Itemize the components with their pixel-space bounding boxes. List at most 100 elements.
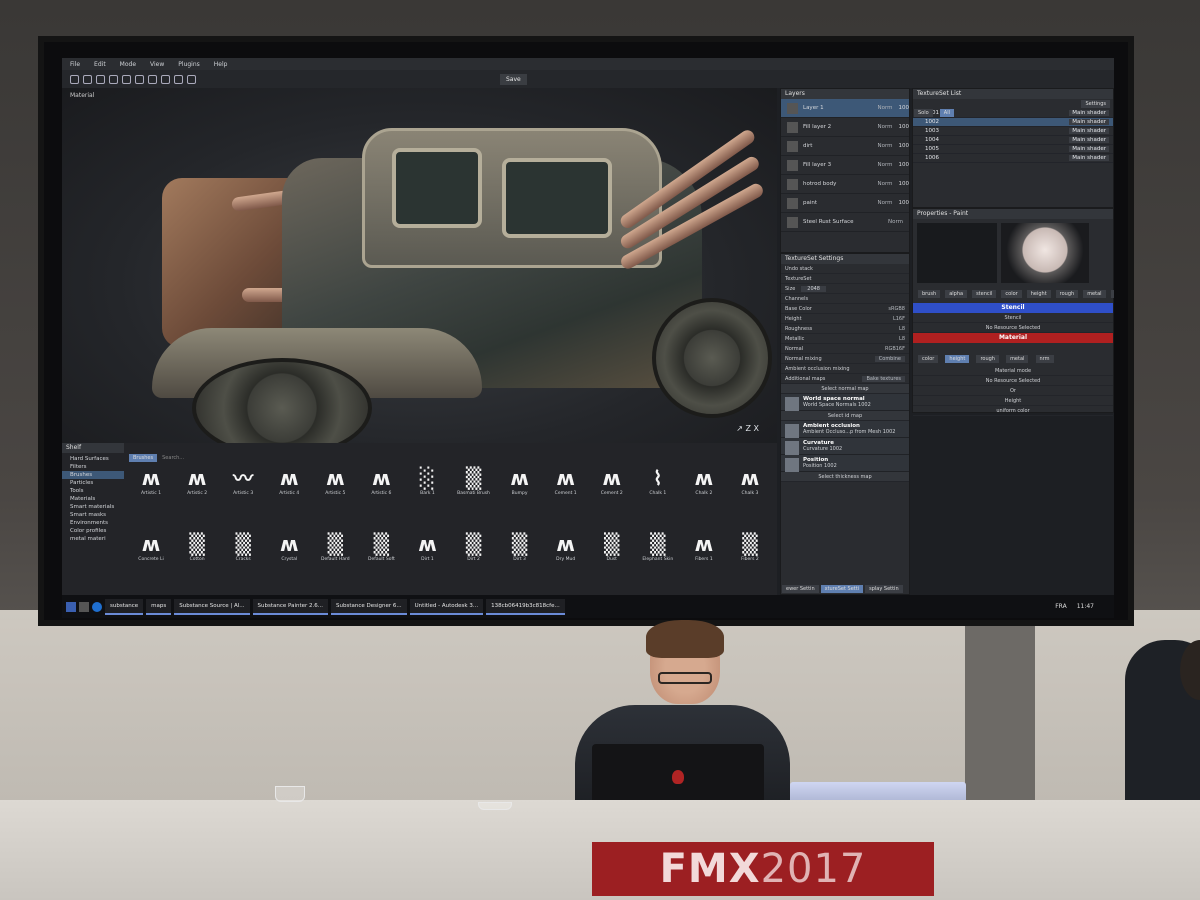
shelf-category[interactable]: Smart masks — [62, 511, 124, 519]
taskbar-app-button[interactable]: Untitled - Autodesk 3... — [409, 598, 484, 615]
menu-item-mode[interactable]: Mode — [120, 61, 136, 68]
textureset-row[interactable]: 1002 Main shader — [913, 118, 1113, 127]
layer-row[interactable]: Steel Rust Surface Norm — [781, 213, 909, 232]
taskbar-app-button[interactable]: Substance Source | Al... — [174, 598, 250, 615]
tab-display-settings[interactable]: splay Settin — [865, 585, 903, 593]
menu-item-help[interactable]: Help — [214, 61, 228, 68]
textureset-row[interactable]: 1004 Main shader — [913, 136, 1113, 145]
taskbar-app-button[interactable]: Substance Painter 2.6... — [252, 598, 329, 615]
menu-item-file[interactable]: File — [70, 61, 80, 68]
layer-row[interactable]: dirt Norm 100 — [781, 137, 909, 156]
brush-item[interactable]: ʍ Dry Mud — [543, 531, 589, 593]
polygon-fill-icon[interactable] — [148, 74, 157, 84]
shelf-category[interactable]: Smart materials — [62, 503, 124, 511]
alpha-thumb[interactable]: alpha — [945, 290, 968, 298]
brush-item[interactable]: 〰 Artistic 3 — [220, 465, 266, 527]
undo-stack[interactable]: Undo stack — [781, 264, 909, 274]
taskbar-app-button[interactable]: 138cb06419b3c818cfe... — [486, 598, 565, 615]
shader-select[interactable]: Main shader — [1069, 110, 1109, 116]
taskbar-app-button[interactable]: maps — [146, 598, 172, 615]
channel-metal[interactable]: metal — [1083, 290, 1106, 298]
channel-nrm[interactable]: nrm — [1110, 290, 1114, 298]
layer-row[interactable]: Fill layer 2 Norm 100 — [781, 118, 909, 137]
brush-item[interactable]: ▒ Dirt 2 — [451, 531, 497, 593]
layer-opacity[interactable]: 100 — [899, 124, 910, 130]
brush-item[interactable]: ʍ Cement 1 — [543, 465, 589, 527]
mat-tab-nrm[interactable]: nrm — [1035, 355, 1054, 363]
stencil-header[interactable]: Stencil — [913, 303, 1113, 313]
layer-blend-mode[interactable]: Norm — [877, 200, 892, 206]
language-indicator[interactable]: FRA — [1055, 603, 1066, 610]
brush-item[interactable]: ʍ Bumpy — [497, 465, 543, 527]
select-map-button[interactable]: Select normal map — [781, 384, 909, 394]
menu-item-plugins[interactable]: Plugins — [178, 61, 200, 68]
brush-item[interactable]: ʍ Artistic 5 — [312, 465, 358, 527]
clock[interactable]: 11:47 — [1077, 603, 1094, 610]
layer-blend-mode[interactable]: Norm — [877, 124, 892, 130]
select-thickness-button[interactable]: Select thickness map — [781, 472, 909, 482]
taskbar-app-button[interactable]: Substance Designer 6... — [331, 598, 407, 615]
shader-select[interactable]: Main shader — [1069, 146, 1109, 152]
shelf-category[interactable]: Hard Surfaces — [62, 455, 124, 463]
taskbar-app-button[interactable]: substance — [105, 598, 144, 615]
shader-select[interactable]: Main shader — [1069, 119, 1109, 125]
brush-item[interactable]: ▒ Dirt 3 — [497, 531, 543, 593]
brush-item[interactable]: ▒ Dust — [589, 531, 635, 593]
layer-blend-mode[interactable]: Norm — [888, 219, 903, 225]
picker-tool-icon[interactable] — [135, 74, 144, 84]
textureset-row[interactable]: 1003 Main shader — [913, 127, 1113, 136]
layer-blend-mode[interactable]: Norm — [877, 143, 892, 149]
brush-item[interactable]: ʍ Crystal — [266, 531, 312, 593]
tab-textureset-settings[interactable]: xtureSet Setti — [820, 585, 864, 593]
textureset-row[interactable]: 1006 Main shader — [913, 154, 1113, 163]
settings-button[interactable]: Settings — [1081, 100, 1110, 108]
brush-item[interactable]: ▒ Elephant Skin — [635, 531, 681, 593]
symmetry-icon[interactable] — [161, 74, 170, 84]
channel-format-select[interactable]: L8 — [899, 336, 905, 342]
brush-item[interactable]: ʍ Artistic 4 — [266, 465, 312, 527]
shelf-category[interactable]: metal materi — [62, 535, 124, 543]
layer-blend-mode[interactable]: Norm — [877, 181, 892, 187]
windows-start-icon[interactable] — [66, 601, 76, 612]
shader-select[interactable]: Main shader — [1069, 137, 1109, 143]
textureset-row[interactable]: 1005 Main shader — [913, 145, 1113, 154]
brush-item[interactable]: ʍ Artistic 2 — [174, 465, 220, 527]
shelf-category[interactable]: Color profiles — [62, 527, 124, 535]
tab-viewer-settings[interactable]: ewer Settin — [782, 585, 819, 593]
shelf-category[interactable]: Environments — [62, 519, 124, 527]
brush-item[interactable]: ʍ Artistic 1 — [128, 465, 174, 527]
layer-opacity[interactable]: 100 — [899, 105, 910, 111]
brush-item[interactable]: ʍ Concrete Li — [128, 531, 174, 593]
bake-textures-button[interactable]: Bake textures — [862, 375, 905, 382]
tab-solo[interactable]: Solo — [914, 109, 933, 117]
brush-item[interactable]: ░ Bark 1 — [404, 465, 450, 527]
size-select[interactable]: 2048 — [801, 285, 826, 292]
baked-map-slot[interactable]: Position Position 1002 — [781, 455, 909, 472]
eraser-tool-icon[interactable] — [83, 74, 92, 84]
brush-thumb[interactable]: brush — [918, 290, 941, 298]
menu-item-edit[interactable]: Edit — [94, 61, 106, 68]
layer-blend-mode[interactable]: Norm — [877, 105, 892, 111]
layer-opacity[interactable]: 100 — [899, 143, 910, 149]
shader-select[interactable]: Main shader — [1069, 155, 1109, 161]
channel-format-select[interactable]: RGB16F — [885, 346, 905, 352]
brush-item[interactable]: ▒ Basmati Brush — [451, 465, 497, 527]
brush-item[interactable]: ⌇ Chalk 1 — [635, 465, 681, 527]
brush-item[interactable]: ʍ Chalk 2 — [681, 465, 727, 527]
shelf-category[interactable]: Filters — [62, 463, 124, 471]
brush-item[interactable]: ▒ Fibers 2 — [727, 531, 773, 593]
edge-browser-icon[interactable] — [92, 601, 102, 612]
baked-map-slot[interactable]: World space normal World Space Normals 10… — [781, 394, 909, 411]
mat-tab-metal[interactable]: metal — [1006, 355, 1029, 363]
channel-color[interactable]: color — [1001, 290, 1022, 298]
brush-item[interactable]: ʍ Cement 2 — [589, 465, 635, 527]
select-map-button[interactable]: Select id map — [781, 411, 909, 421]
brush-item[interactable]: ʍ Chalk 3 — [727, 465, 773, 527]
mat-tab-color[interactable]: color — [918, 355, 939, 363]
stencil-thumb[interactable]: stencil — [972, 290, 997, 298]
brushes-tab[interactable]: Brushes — [129, 454, 158, 462]
save-button[interactable]: Save — [500, 73, 527, 85]
brush-item[interactable]: ▒ Default Hard — [312, 531, 358, 593]
projection-tool-icon[interactable] — [96, 74, 105, 84]
layer-row[interactable]: hotrod body Norm 100 — [781, 175, 909, 194]
